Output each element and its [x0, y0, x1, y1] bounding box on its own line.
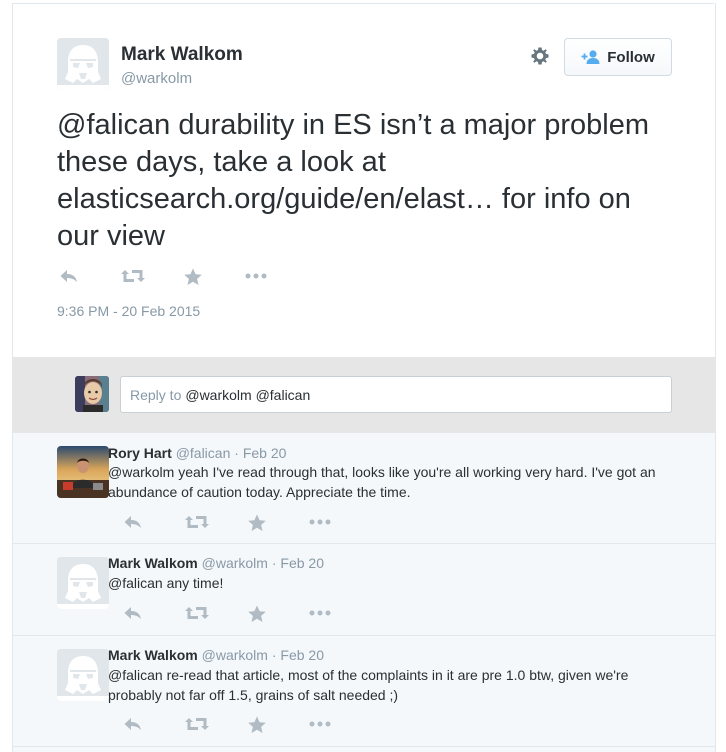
tweet-text: @falican durability in ES isn’t a major … [57, 107, 677, 255]
reply-body: any time! [162, 575, 224, 591]
star-icon[interactable] [247, 605, 267, 622]
reply-header: Rory Hart @falican · Feb 20 [108, 445, 286, 461]
reply-actions [123, 716, 373, 733]
star-icon[interactable] [247, 716, 267, 733]
reply-date[interactable]: · Feb 20 [234, 445, 286, 461]
reply-author-name[interactable]: Rory Hart [108, 445, 172, 461]
tweet-timestamp[interactable]: 9:36 PM - 20 Feb 2015 [57, 303, 200, 319]
gear-icon[interactable] [530, 46, 550, 66]
reply-author-handle[interactable]: @falican [176, 445, 231, 461]
reply-icon[interactable] [123, 514, 143, 530]
avatar[interactable] [57, 649, 109, 701]
reply-header: Mark Walkom @warkolm · Feb 20 [108, 555, 324, 571]
reply-icon[interactable] [123, 605, 143, 621]
more-icon[interactable] [309, 716, 331, 732]
reply-bar: Reply to @warkolm @falican [13, 357, 716, 433]
author-handle[interactable]: @warkolm [121, 70, 192, 87]
retweet-icon[interactable] [185, 605, 209, 621]
more-icon[interactable] [309, 605, 331, 621]
reply-input[interactable]: Reply to @warkolm @falican [120, 376, 672, 413]
reply-author-name[interactable]: Mark Walkom [108, 555, 198, 571]
reply-body: yeah I've read through that, looks like … [108, 464, 656, 500]
follow-button[interactable]: Follow [564, 38, 672, 76]
reply-actions [123, 605, 373, 622]
reply-input-value: @warkolm @falican [185, 386, 311, 403]
stormtrooper-avatar-icon [57, 38, 109, 90]
avatar[interactable] [57, 38, 109, 90]
more-icon[interactable] [309, 514, 331, 530]
retweet-icon[interactable] [185, 514, 209, 530]
tweet-url-link[interactable]: elasticsearch.org/guide/en/elast… [57, 183, 494, 215]
follow-label: Follow [607, 48, 655, 66]
divider [13, 746, 716, 747]
star-icon[interactable] [247, 514, 267, 531]
reply-prefix: Reply to [130, 386, 182, 403]
reply-text: @falican re-read that article, most of t… [108, 665, 668, 705]
retweet-icon[interactable] [121, 268, 145, 284]
reply-mention-link[interactable]: @falican [108, 575, 163, 591]
reply-text: @falican any time! [108, 573, 668, 593]
card-right-border [715, 3, 716, 752]
reply-body: re-read that article, most of the compla… [108, 667, 629, 703]
retweet-icon[interactable] [185, 716, 209, 732]
tweet-mention-link[interactable]: @falican [57, 109, 170, 141]
avatar[interactable] [57, 446, 109, 498]
reply-mention-link[interactable]: @falican [108, 667, 163, 683]
reply-date[interactable]: · Feb 20 [272, 555, 324, 571]
reply-actions [123, 514, 373, 531]
star-icon[interactable] [183, 268, 203, 285]
author-name[interactable]: Mark Walkom [121, 44, 243, 66]
stormtrooper-avatar-icon [57, 557, 109, 609]
avatar[interactable] [57, 557, 109, 609]
reply-author-handle[interactable]: @warkolm [202, 647, 268, 663]
reply-icon[interactable] [59, 268, 79, 284]
main-tweet: Mark Walkom @warkolm Follow @falican dur… [13, 4, 716, 357]
divider [13, 635, 716, 636]
reply-header: Mark Walkom @warkolm · Feb 20 [108, 647, 324, 663]
reply-date[interactable]: · Feb 20 [272, 647, 324, 663]
reply-icon[interactable] [123, 716, 143, 732]
reply-author-name[interactable]: Mark Walkom [108, 647, 198, 663]
reply-mention-link[interactable]: @warkolm [108, 464, 174, 480]
reply-text: @warkolm yeah I've read through that, lo… [108, 462, 668, 502]
add-user-icon [581, 50, 600, 64]
reply-author-handle[interactable]: @warkolm [202, 555, 268, 571]
card-left-border [12, 3, 13, 752]
stormtrooper-avatar-icon [57, 649, 109, 701]
tweet-actions [59, 268, 309, 285]
current-user-avatar [75, 376, 109, 412]
more-icon[interactable] [245, 268, 267, 284]
divider [13, 543, 716, 544]
